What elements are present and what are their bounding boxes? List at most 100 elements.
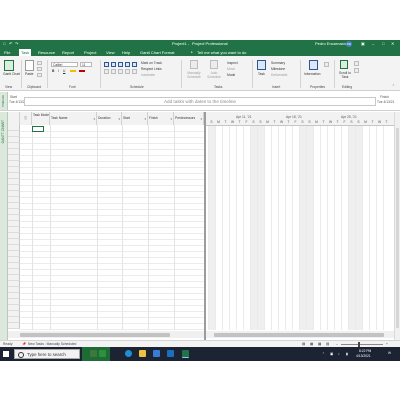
tab-file[interactable]: File [4, 50, 10, 55]
table-row[interactable] [20, 263, 204, 264]
table-row[interactable] [20, 167, 204, 168]
user-name[interactable]: Pedro Encarnacion [315, 42, 349, 46]
chevron-down-icon[interactable]: ▾ [200, 117, 202, 121]
gantt-horizontal-scrollbar[interactable] [206, 331, 394, 338]
network-icon[interactable]: ▣ [330, 352, 333, 356]
tab-resource[interactable]: Resource [38, 50, 55, 55]
cut-icon[interactable] [37, 61, 42, 65]
task-insert-button[interactable]: Task [258, 72, 265, 76]
taskbar-time[interactable]: 8:22 PM [359, 349, 371, 353]
table-row[interactable] [20, 191, 204, 192]
gantt-chart-area[interactable]: Apr 11, '21 Apr 18, '21 Apr 25, '21 SMTW… [206, 112, 394, 330]
task-mode-header[interactable]: Task Mode [32, 112, 50, 125]
table-row[interactable] [20, 203, 204, 204]
table-row[interactable] [20, 317, 204, 318]
collapse-ribbon-icon[interactable]: ⌃ [392, 84, 395, 88]
mail-icon[interactable] [167, 350, 174, 357]
table-row[interactable] [20, 239, 204, 240]
save-icon[interactable]: □ [3, 42, 5, 46]
auto-schedule-button[interactable]: Auto Schedule [205, 71, 223, 79]
font-name-select[interactable]: Calibri [51, 62, 78, 67]
file-explorer-icon[interactable] [139, 350, 146, 357]
table-row[interactable] [20, 149, 204, 150]
table-scroll-thumb[interactable] [20, 332, 170, 337]
windows-start-icon[interactable] [3, 351, 9, 357]
mark-on-track-button[interactable]: Mark on Track [141, 61, 162, 65]
table-row[interactable] [20, 197, 204, 198]
minimize-icon[interactable]: – [372, 42, 374, 46]
tab-view[interactable]: View [106, 50, 115, 55]
paste-button[interactable]: Paste [25, 72, 33, 76]
chevron-down-icon[interactable]: ▾ [93, 117, 95, 121]
scroll-to-task-button[interactable]: Scroll to Task [337, 71, 353, 79]
vertical-scrollbar[interactable] [394, 112, 400, 340]
table-row[interactable] [20, 323, 204, 324]
progress-75-icon[interactable] [125, 62, 130, 67]
battery-icon[interactable]: ▮ [346, 352, 348, 356]
table-row[interactable] [20, 143, 204, 144]
progress-25-icon[interactable] [111, 62, 116, 67]
redo-icon[interactable]: ↷ [15, 42, 18, 46]
summary-button[interactable]: Summary [271, 61, 285, 65]
table-row[interactable] [20, 185, 204, 186]
store-icon[interactable] [153, 350, 160, 357]
vertical-scroll-thumb[interactable] [396, 128, 399, 328]
gantt-chart-icon[interactable] [4, 60, 14, 71]
video-icon[interactable] [99, 350, 106, 357]
tab-project[interactable]: Project [84, 50, 96, 55]
table-row[interactable] [20, 281, 204, 282]
task-view-icon[interactable] [90, 350, 97, 357]
clear-icon[interactable] [354, 68, 359, 73]
table-row[interactable] [20, 269, 204, 270]
ribbon-display-icon[interactable]: ▣ [361, 42, 365, 46]
progress-0-icon[interactable] [104, 62, 109, 67]
view-bar[interactable] [0, 112, 8, 340]
split-icon[interactable] [132, 69, 137, 74]
table-horizontal-scrollbar[interactable] [8, 331, 204, 338]
auto-schedule-icon[interactable] [210, 60, 218, 69]
inactivate-button[interactable]: Inactivate [141, 73, 155, 77]
underline-button[interactable]: U [63, 69, 65, 73]
find-icon[interactable] [354, 61, 359, 66]
table-row[interactable] [20, 245, 204, 246]
table-row[interactable] [20, 287, 204, 288]
format-painter-icon[interactable] [37, 73, 42, 77]
bold-button[interactable]: B [52, 69, 54, 73]
table-row[interactable] [20, 173, 204, 174]
deliverable-button[interactable]: Deliverable [271, 73, 288, 77]
table-row[interactable] [20, 161, 204, 162]
italic-button[interactable]: I [58, 69, 59, 73]
table-row[interactable] [20, 227, 204, 228]
table-row[interactable] [20, 329, 204, 330]
information-button[interactable]: Information [304, 72, 321, 76]
information-icon[interactable] [309, 60, 318, 70]
table-row[interactable] [20, 311, 204, 312]
paste-icon[interactable] [25, 60, 34, 71]
start-header[interactable]: Start ▾ [122, 112, 148, 125]
row-header[interactable] [8, 323, 20, 329]
edge-icon[interactable] [125, 350, 132, 357]
tray-chevron-icon[interactable]: ⌃ [322, 352, 325, 356]
progress-100-icon[interactable] [132, 62, 137, 67]
table-row[interactable] [20, 275, 204, 276]
undo-icon[interactable]: ↶ [9, 42, 12, 46]
tab-gantt-chart-format[interactable]: Gantt Chart Format [140, 50, 174, 55]
active-cell[interactable] [32, 126, 44, 132]
timeline-bar[interactable]: Add tasks with dates to the timeline [24, 97, 376, 106]
indicators-header[interactable]: ⓘ [20, 112, 32, 125]
tell-me-box[interactable]: Tell me what you want to do [197, 50, 246, 55]
taskbar-date[interactable]: 4/13/2021 [356, 354, 371, 358]
avatar[interactable]: PE [346, 41, 352, 47]
table-row[interactable] [20, 215, 204, 216]
close-icon[interactable]: ✕ [391, 42, 394, 46]
task-table[interactable] [8, 125, 204, 330]
tab-help[interactable]: Help [122, 50, 130, 55]
project-taskbar-icon[interactable] [182, 350, 189, 358]
taskbar-search-box[interactable]: Type here to search [14, 349, 80, 359]
manually-schedule-button[interactable]: Manually Schedule [185, 71, 203, 79]
chevron-down-icon[interactable]: ▾ [118, 117, 120, 121]
tab-report[interactable]: Report [62, 50, 74, 55]
table-row[interactable] [20, 305, 204, 306]
inspect-button[interactable]: Inspect [227, 61, 238, 65]
table-row[interactable] [20, 221, 204, 222]
